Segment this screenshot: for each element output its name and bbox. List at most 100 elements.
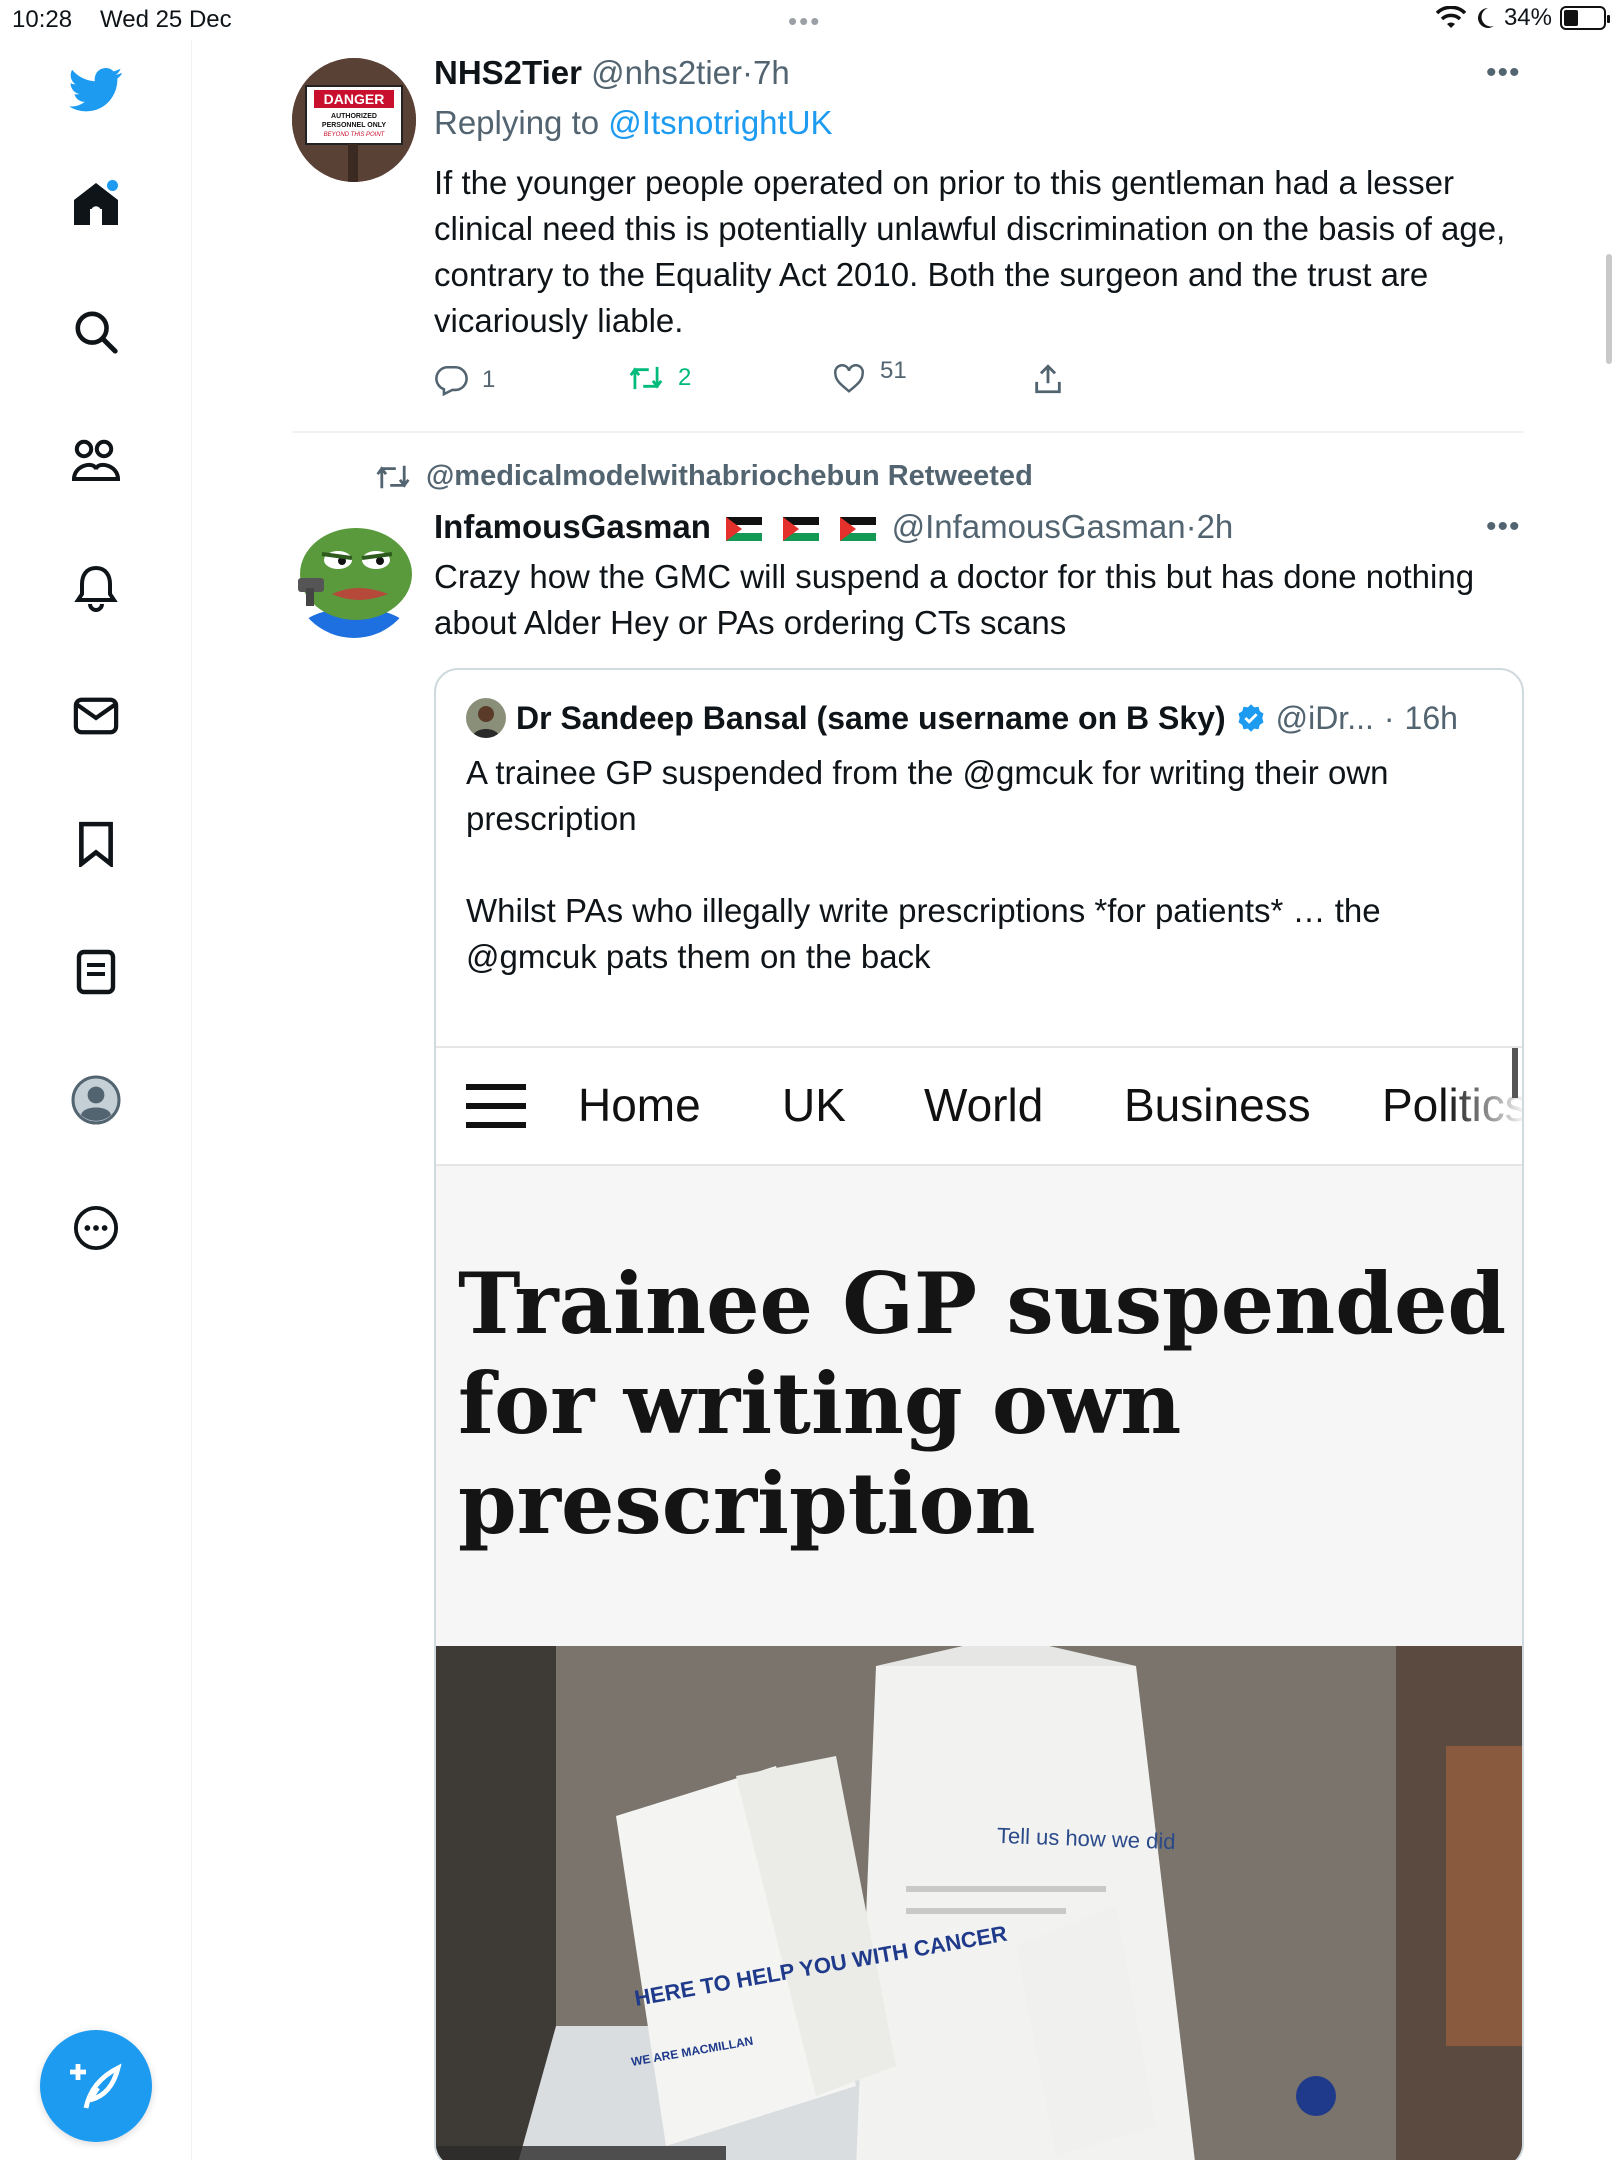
sidebar: [0, 40, 192, 2160]
battery-percent: 34%: [1503, 4, 1552, 31]
tweet-time[interactable]: 2h: [1197, 508, 1234, 545]
tweet-text: If the younger people operated on prior …: [434, 164, 1506, 339]
sidebar-item-more[interactable]: [64, 1196, 128, 1260]
quote-author-name: Dr Sandeep Bansal (same username on B Sk…: [516, 699, 1226, 736]
retweet-button[interactable]: 2: [628, 364, 691, 392]
quoted-tweet-card[interactable]: Dr Sandeep Bansal (same username on B Sk…: [434, 668, 1524, 2160]
article-headline: Trainee GP suspended for writing own pre…: [458, 1254, 1507, 1553]
frog-avatar-icon: [292, 514, 416, 638]
heart-icon: [834, 364, 864, 393]
author-name[interactable]: NHS2Tier: [434, 54, 582, 91]
twitter-logo-icon: [69, 68, 123, 112]
replying-to-handle[interactable]: @ItsnotrightUK: [608, 104, 832, 141]
sidebar-item-messages[interactable]: [64, 684, 128, 748]
scrollbar-thumb[interactable]: [1606, 254, 1612, 364]
quote-author-handle: @iDr...: [1275, 699, 1374, 736]
replying-prefix: Replying to: [434, 104, 600, 141]
quote-avatar: [466, 698, 506, 738]
tweet-header: NHS2Tier @nhs2tier·7h: [434, 54, 790, 92]
sidebar-item-search[interactable]: [64, 300, 128, 364]
article-nav-business: Business: [1124, 1079, 1311, 1131]
sidebar-item-notifications[interactable]: [64, 556, 128, 620]
article-nav-bar: Home UK World Business Politics: [436, 1046, 1522, 1166]
sign-line-1: AUTHORIZED: [331, 113, 377, 120]
tweet-divider: [292, 431, 1524, 433]
quote-media-screenshot[interactable]: Home UK World Business Politics Trainee …: [436, 1046, 1522, 2160]
search-icon: [75, 311, 118, 354]
person-avatar-icon: [466, 698, 506, 738]
article-headline-area: Trainee GP suspended for writing own pre…: [436, 1166, 1522, 1646]
replying-to: Replying to @ItsnotrightUK: [434, 104, 833, 142]
quote-text-2: Whilst PAs who illegally write prescript…: [466, 892, 1381, 975]
sidebar-item-profile[interactable]: [64, 1068, 128, 1132]
status-bar: 10:28 Wed 25 Dec ••• 34%: [0, 0, 1620, 40]
tweet-actions: 1 2 51: [434, 357, 1334, 410]
share-button[interactable]: [1032, 362, 1064, 396]
status-right: 34%: [1435, 4, 1610, 32]
avatar-infamousgasman[interactable]: [292, 514, 416, 638]
palestine-flag-icon: [783, 517, 820, 542]
timeline-feed[interactable]: DANGER AUTHORIZED PERSONNEL ONLY BEYOND …: [192, 40, 1620, 2160]
sidebar-item-home[interactable]: [64, 172, 128, 236]
danger-sign-avatar-icon: DANGER AUTHORIZED PERSONNEL ONLY BEYOND …: [292, 58, 416, 182]
verified-badge-icon: [1238, 704, 1264, 732]
reply-count: 1: [482, 366, 496, 393]
separator-dot: ·: [1185, 508, 1197, 545]
separator-dot: ·: [742, 54, 754, 91]
more-options-icon[interactable]: •••: [1486, 56, 1521, 90]
like-count: 51: [880, 357, 907, 384]
author-handle[interactable]: @InfamousGasman: [892, 508, 1186, 545]
article-nav-home: Home: [578, 1079, 701, 1131]
retweet-count: 2: [678, 364, 692, 391]
retweeted-by: @medicalmodelwithabriochebun Retweeted: [374, 460, 1033, 493]
article-nav-uk: UK: [782, 1079, 846, 1131]
quote-header: Dr Sandeep Bansal (same username on B Sk…: [466, 698, 1458, 738]
compose-button[interactable]: [40, 2030, 152, 2142]
sign-line-2: PERSONNEL ONLY: [322, 122, 387, 129]
notifications-bell-icon: [74, 565, 118, 612]
share-icon: [1035, 364, 1061, 394]
wifi-icon: [1435, 6, 1466, 28]
pharmacy-bags-photo: Tell us how we did HERE TO HELP YOU WITH…: [436, 1646, 1522, 2160]
quote-time: 16h: [1404, 699, 1458, 736]
quote-text-1: A trainee GP suspended from the @gmcuk f…: [466, 754, 1389, 837]
separator-dot: ·: [1383, 699, 1395, 736]
more-circle-icon: [73, 1205, 119, 1251]
status-time: 10:28: [12, 6, 73, 33]
twitter-logo[interactable]: [64, 58, 128, 122]
tweet-header: InfamousGasman @InfamousGasman·2h: [434, 508, 1233, 546]
article-nav-world: World: [924, 1079, 1044, 1131]
more-options-icon[interactable]: •••: [1486, 510, 1521, 544]
sign-title: DANGER: [324, 91, 385, 107]
moon-icon: [1477, 8, 1494, 28]
author-handle[interactable]: @nhs2tier: [591, 54, 742, 91]
avatar-nhs2tier[interactable]: DANGER AUTHORIZED PERSONNEL ONLY BEYOND …: [292, 58, 416, 182]
reply-button[interactable]: 1: [434, 364, 495, 396]
bookmark-icon: [79, 821, 113, 867]
sign-line-3: BEYOND THIS POINT: [324, 132, 386, 138]
lists-icon: [76, 949, 116, 995]
article-photo: Tell us how we did HERE TO HELP YOU WITH…: [436, 1646, 1522, 2160]
like-button[interactable]: 51: [832, 357, 907, 394]
compose-feather-icon: [70, 2063, 122, 2109]
tweet-time[interactable]: 7h: [753, 54, 790, 91]
retweet-icon: [629, 366, 663, 390]
battery-icon: [1560, 6, 1610, 30]
author-name[interactable]: InfamousGasman: [434, 508, 711, 545]
hamburger-menu-icon: [466, 1084, 526, 1128]
communities-icon: [71, 439, 121, 481]
tweet-text: Crazy how the GMC will suspend a doctor …: [434, 558, 1475, 641]
sidebar-item-communities[interactable]: [64, 428, 128, 492]
palestine-flag-icon: [840, 517, 877, 542]
palestine-flag-icon: [726, 517, 763, 542]
nav-scroll-mark: [1512, 1048, 1518, 1098]
sidebar-item-lists[interactable]: [64, 940, 128, 1004]
multitasking-dots-icon[interactable]: •••: [788, 6, 821, 37]
messages-envelope-icon: [73, 697, 119, 735]
status-date: Wed 25 Dec: [100, 6, 232, 33]
reply-icon: [435, 365, 468, 396]
retweeted-by-text[interactable]: @medicalmodelwithabriochebun Retweeted: [426, 460, 1033, 493]
home-notification-dot: [107, 180, 118, 191]
sidebar-item-bookmarks[interactable]: [64, 812, 128, 876]
retweet-indicator-icon: [376, 465, 410, 488]
